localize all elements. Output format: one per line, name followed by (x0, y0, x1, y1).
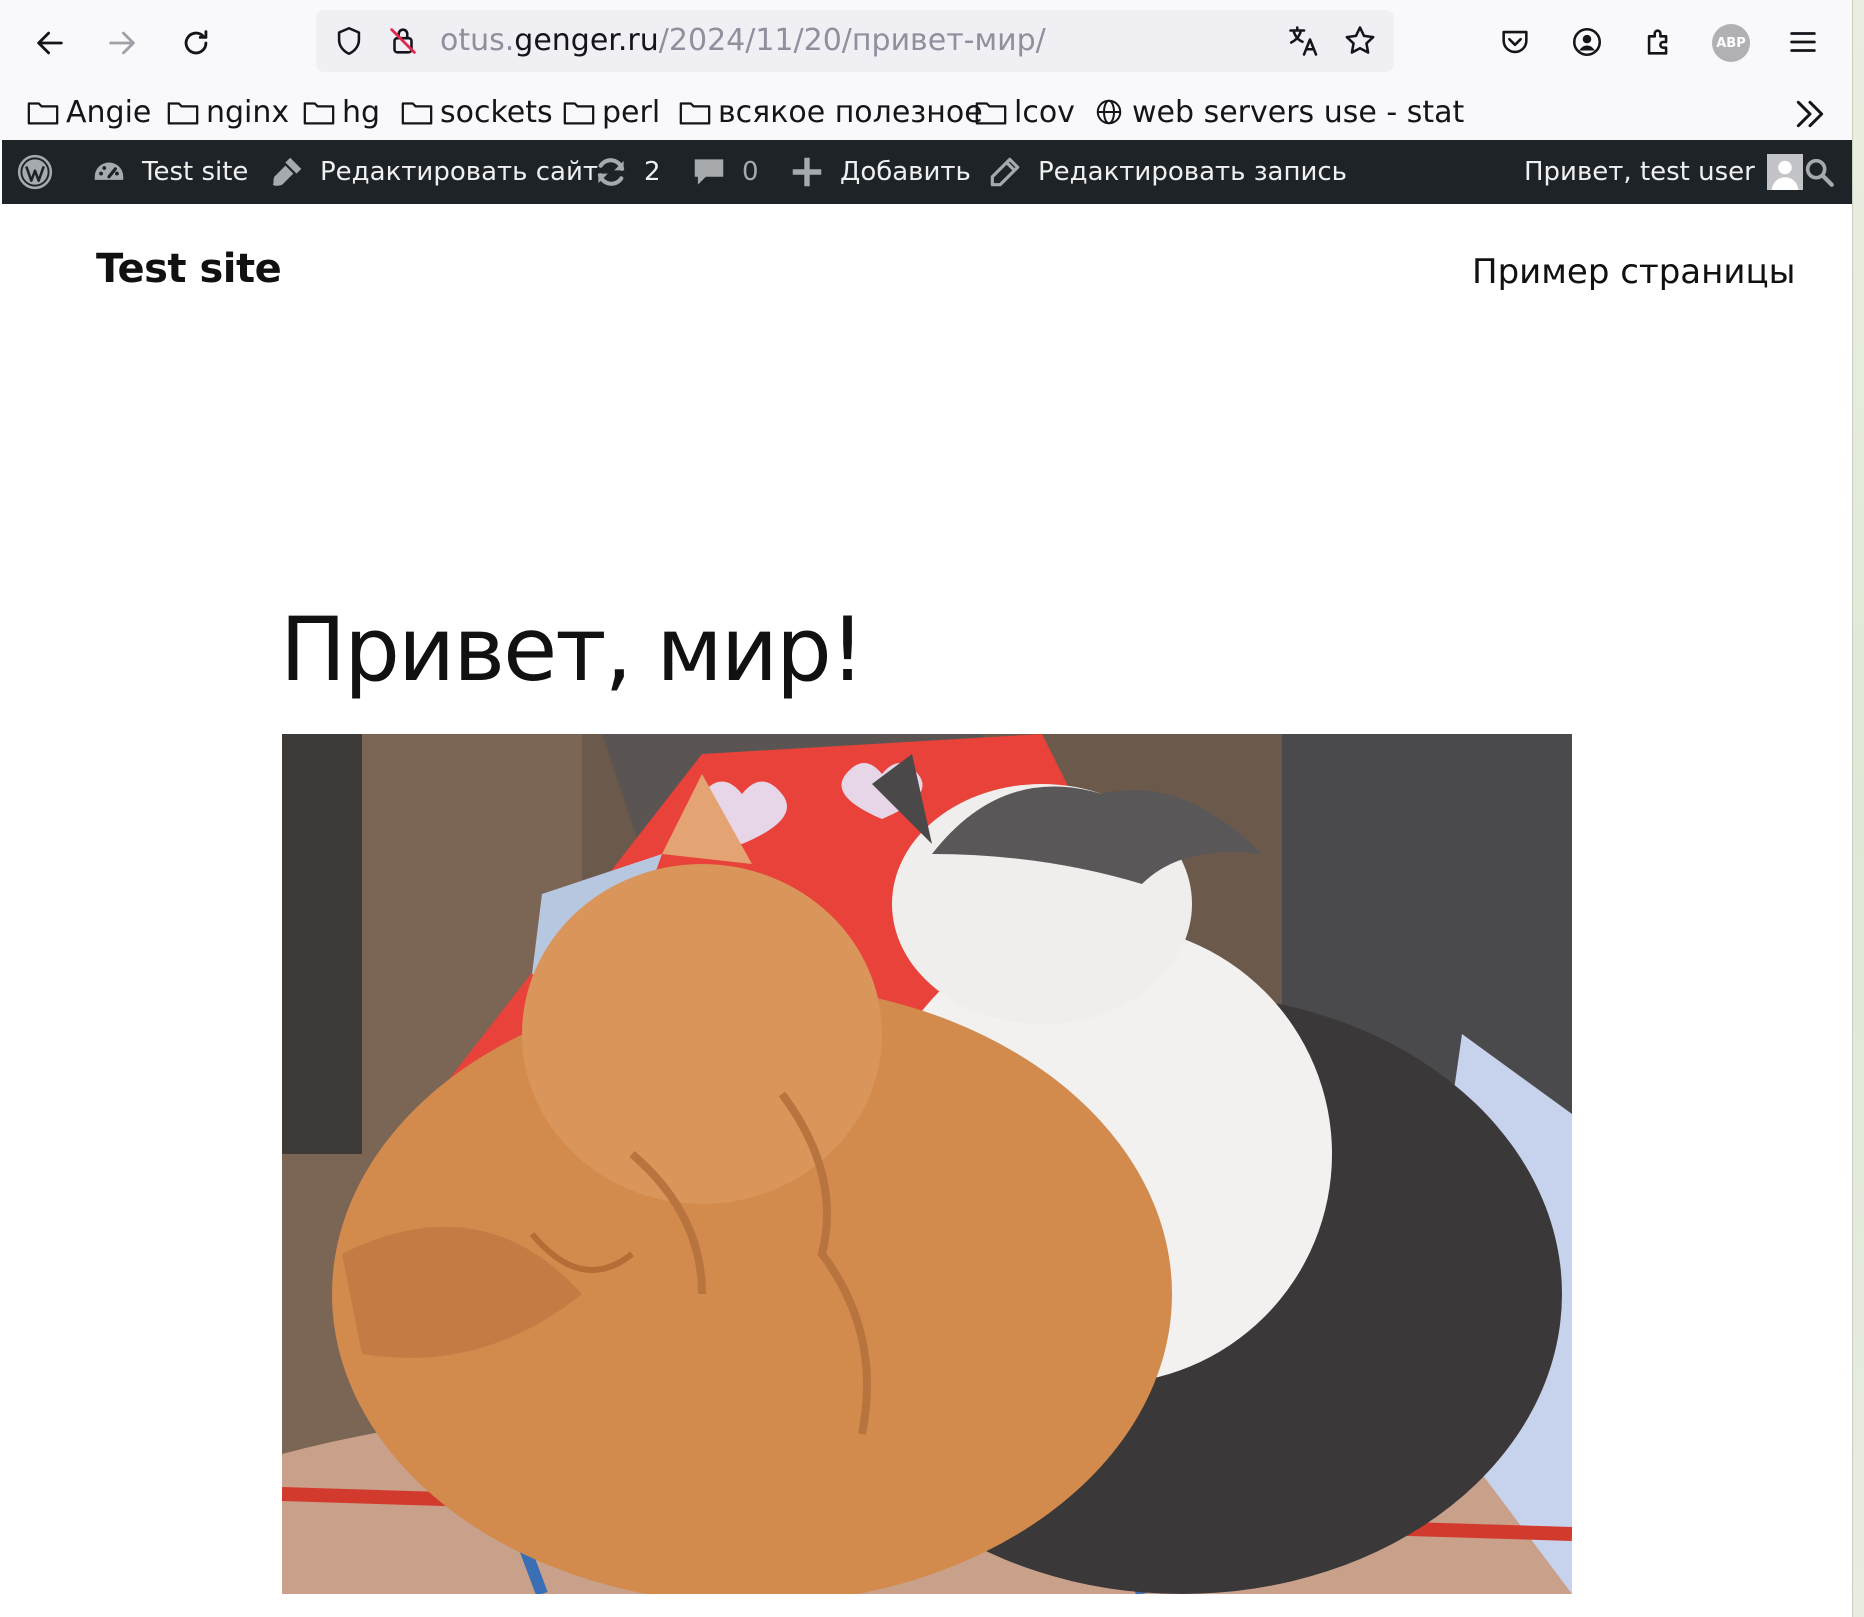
updates-count: 2 (644, 157, 661, 187)
insecure-lock-icon[interactable] (386, 24, 420, 58)
bookmark-label: Angie (66, 94, 152, 130)
url-prefix: otus. (440, 23, 515, 58)
greeting-label: Привет, test user (1524, 157, 1755, 187)
bookmark-label: web servers use - stat (1132, 94, 1465, 130)
my-account-menu[interactable]: Привет, test user (1524, 140, 1803, 204)
wp-logo-menu[interactable] (16, 140, 68, 204)
url-path: /2024/11/20/привет-мир/ (658, 23, 1046, 58)
new-content-label: Добавить (840, 157, 971, 187)
pocket-button[interactable] (1496, 22, 1534, 62)
folder-icon (27, 102, 59, 125)
reload-icon (184, 30, 208, 55)
bookmark-label: sockets (440, 94, 553, 130)
plus-icon (792, 157, 822, 187)
customize-label: Редактировать сайт (320, 157, 599, 187)
desktop-background-strip (1852, 0, 1864, 1617)
folder-icon (401, 102, 433, 125)
bookmark-web-servers-stat[interactable]: web servers use - stat (1092, 92, 1464, 132)
edit-post-label: Редактировать запись (1038, 157, 1348, 187)
account-icon (1572, 27, 1602, 57)
reload-button[interactable] (164, 18, 228, 68)
admin-search-button[interactable] (1802, 140, 1836, 204)
puzzle-icon (1647, 29, 1668, 55)
admin-site-name: Test site (142, 157, 249, 187)
comment-icon (694, 159, 724, 185)
menu-button[interactable] (1784, 22, 1822, 62)
browser-toolbar: otus.genger.ru/2024/11/20/привет-мир/ AB… (0, 0, 1864, 86)
folder-icon (975, 102, 1007, 125)
shield-icon[interactable] (332, 24, 366, 58)
nav-link-sample-page[interactable]: Пример страницы (1472, 252, 1795, 292)
bookmark-label: nginx (206, 94, 290, 130)
search-icon (1805, 158, 1834, 187)
bookmark-folder-perl[interactable]: perl (562, 92, 660, 132)
extensions-button[interactable] (1640, 22, 1678, 62)
bookmarks-bar: Angie nginx hg sockets perl всякое полез… (0, 86, 1864, 140)
globe-icon (1096, 99, 1122, 125)
hamburger-menu-icon (1790, 32, 1816, 52)
bookmark-label: lcov (1014, 94, 1075, 130)
forward-button[interactable] (90, 18, 154, 68)
bookmark-folder-lcov[interactable]: lcov (974, 92, 1075, 132)
pencil-icon (990, 157, 1020, 187)
site-name-menu[interactable]: Test site (90, 140, 248, 204)
bookmark-folder-angie[interactable]: Angie (26, 92, 151, 132)
folder-icon (167, 102, 199, 125)
brush-icon (272, 157, 302, 186)
folder-icon (303, 102, 335, 125)
bookmark-label: perl (602, 94, 661, 130)
customize-menu[interactable]: Редактировать сайт (268, 140, 598, 204)
avatar (1766, 154, 1803, 190)
pocket-icon (1502, 30, 1528, 54)
chevron-double-right-icon[interactable] (1790, 94, 1830, 134)
folder-icon (679, 102, 711, 125)
comments-menu[interactable]: 0 (690, 140, 759, 204)
post-title: Привет, мир! (280, 598, 865, 701)
new-content-menu[interactable]: Добавить (788, 140, 971, 204)
translate-icon[interactable] (1286, 23, 1322, 59)
url-bar[interactable]: otus.genger.ru/2024/11/20/привет-мир/ (316, 10, 1394, 72)
url-host: genger.ru (514, 23, 659, 58)
adblock-plus-button[interactable]: ABP (1712, 24, 1750, 62)
wp-admin-bar: Test site Редактировать сайт 2 0 Добавит… (2, 140, 1852, 204)
edit-post-link[interactable]: Редактировать запись (986, 140, 1347, 204)
cats-photo (282, 734, 1572, 1594)
bookmark-folder-hg[interactable]: hg (302, 92, 380, 132)
bookmark-folder-nginx[interactable]: nginx (166, 92, 289, 132)
bookmark-label: всякое полезное (718, 94, 983, 130)
account-button[interactable] (1568, 22, 1606, 62)
bookmark-label: hg (342, 94, 381, 130)
updates-menu[interactable]: 2 (592, 140, 661, 204)
bookmark-folder-useful[interactable]: всякое полезное (678, 92, 983, 132)
site-title[interactable]: Test site (96, 246, 282, 292)
dashboard-icon (94, 162, 124, 180)
folder-icon (563, 102, 595, 125)
bookmark-folder-sockets[interactable]: sockets (400, 92, 553, 132)
updates-icon (597, 158, 625, 186)
comments-count: 0 (742, 157, 759, 187)
url-text[interactable]: otus.genger.ru/2024/11/20/привет-мир/ (440, 23, 1046, 58)
arrow-right-icon (109, 31, 135, 55)
back-button[interactable] (18, 18, 82, 68)
star-icon[interactable] (1342, 23, 1378, 59)
arrow-left-icon (37, 31, 63, 55)
featured-image (282, 734, 1572, 1594)
wordpress-logo-icon (17, 154, 53, 190)
user-silhouette-icon (1771, 160, 1799, 190)
